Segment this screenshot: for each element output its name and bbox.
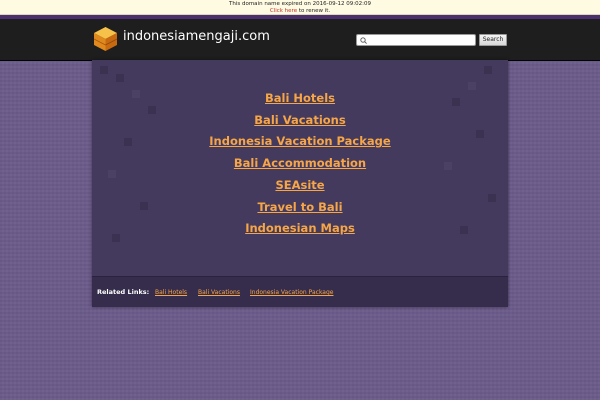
related-links-bar: Related Links: Bali Hotels Bali Vacation…: [92, 276, 508, 307]
related-link-bali-hotels[interactable]: Bali Hotels: [155, 289, 187, 296]
featured-link-indonesia-vacation-package[interactable]: Indonesia Vacation Package: [92, 131, 508, 153]
featured-link-bali-hotels[interactable]: Bali Hotels: [92, 88, 508, 110]
featured-link-bali-accommodation[interactable]: Bali Accommodation: [92, 153, 508, 175]
box-logo-icon: [93, 27, 118, 51]
bg-pattern-square: [484, 66, 492, 74]
search-icon: [360, 37, 367, 44]
featured-link-seasite[interactable]: SEAsite: [92, 175, 508, 197]
renew-text: to renew it.: [297, 7, 331, 14]
featured-link-travel-to-bali[interactable]: Travel to Bali: [92, 197, 508, 219]
featured-links-list: Bali Hotels Bali Vacations Indonesia Vac…: [92, 88, 508, 240]
search-button[interactable]: Search: [479, 34, 507, 46]
related-link-indonesia-vacation-package[interactable]: Indonesia Vacation Package: [250, 289, 333, 296]
search-input[interactable]: [356, 34, 476, 46]
expired-notice-text: This domain name expired on 2016-09-12 0…: [228, 0, 372, 7]
domain-expired-notice: This domain name expired on 2016-09-12 0…: [0, 0, 600, 15]
site-name[interactable]: indonesiamengaji.com: [123, 29, 270, 44]
renew-line: Click here to renew it.: [0, 8, 600, 15]
related-link-bali-vacations[interactable]: Bali Vacations: [198, 289, 240, 296]
site-header: indonesiamengaji.com Search: [0, 19, 600, 61]
bg-pattern-square: [116, 74, 124, 82]
bg-pattern-square: [100, 66, 108, 74]
renew-link[interactable]: Click here: [270, 8, 297, 14]
featured-link-indonesian-maps[interactable]: Indonesian Maps: [92, 218, 508, 240]
featured-link-bali-vacations[interactable]: Bali Vacations: [92, 110, 508, 132]
related-links-label: Related Links:: [97, 288, 150, 296]
main-content-panel: Bali Hotels Bali Vacations Indonesia Vac…: [92, 60, 508, 307]
